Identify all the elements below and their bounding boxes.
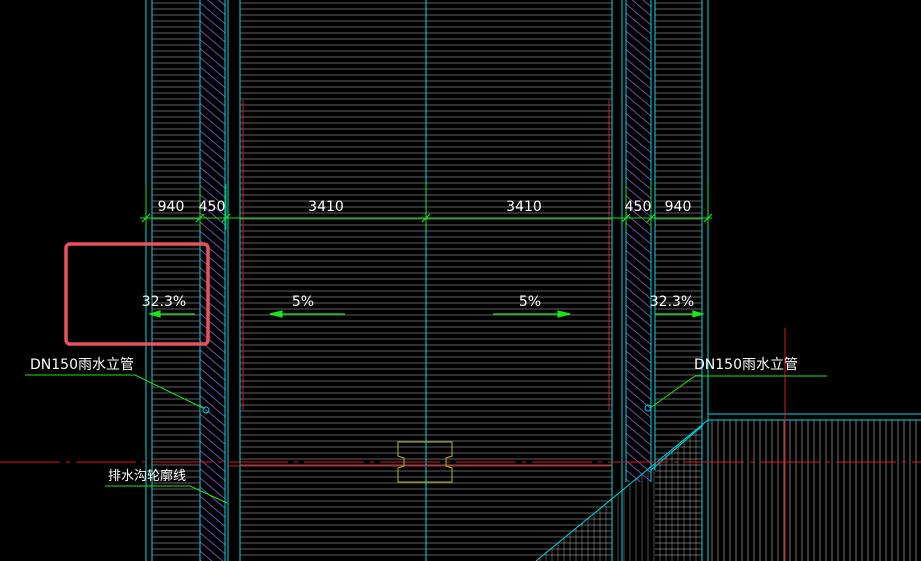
pipe-label-right: DN150雨水立管 — [694, 357, 798, 373]
dim-label-3410-left: 3410 — [308, 199, 344, 215]
slope-label-center-left: 5% — [292, 294, 314, 310]
dim-label-3410-right: 3410 — [506, 199, 542, 215]
drain-outline-label: 排水沟轮廓线 — [108, 468, 186, 484]
pipe-label-left: DN150雨水立管 — [30, 357, 134, 373]
dim-label-940-right: 940 — [665, 199, 692, 215]
slope-label-right: 32.3% — [650, 294, 694, 310]
roof-hatch-lines — [152, 2, 702, 556]
wall-right — [625, 0, 652, 482]
dim-label-450-left: 450 — [199, 199, 226, 215]
dim-label-940-left: 940 — [158, 199, 185, 215]
pipe-symbols — [202, 404, 652, 414]
red-axis-lines — [0, 100, 921, 561]
slope-label-center-right: 5% — [519, 294, 541, 310]
wall-left — [199, 0, 226, 561]
selection-highlight-box — [64, 242, 210, 346]
cad-drawing-canvas[interactable]: 940 450 3410 3410 450 940 32.3% 5% 5% 32… — [0, 0, 921, 561]
slope-label-left: 32.3% — [142, 294, 186, 310]
dim-label-450-right: 450 — [625, 199, 652, 215]
